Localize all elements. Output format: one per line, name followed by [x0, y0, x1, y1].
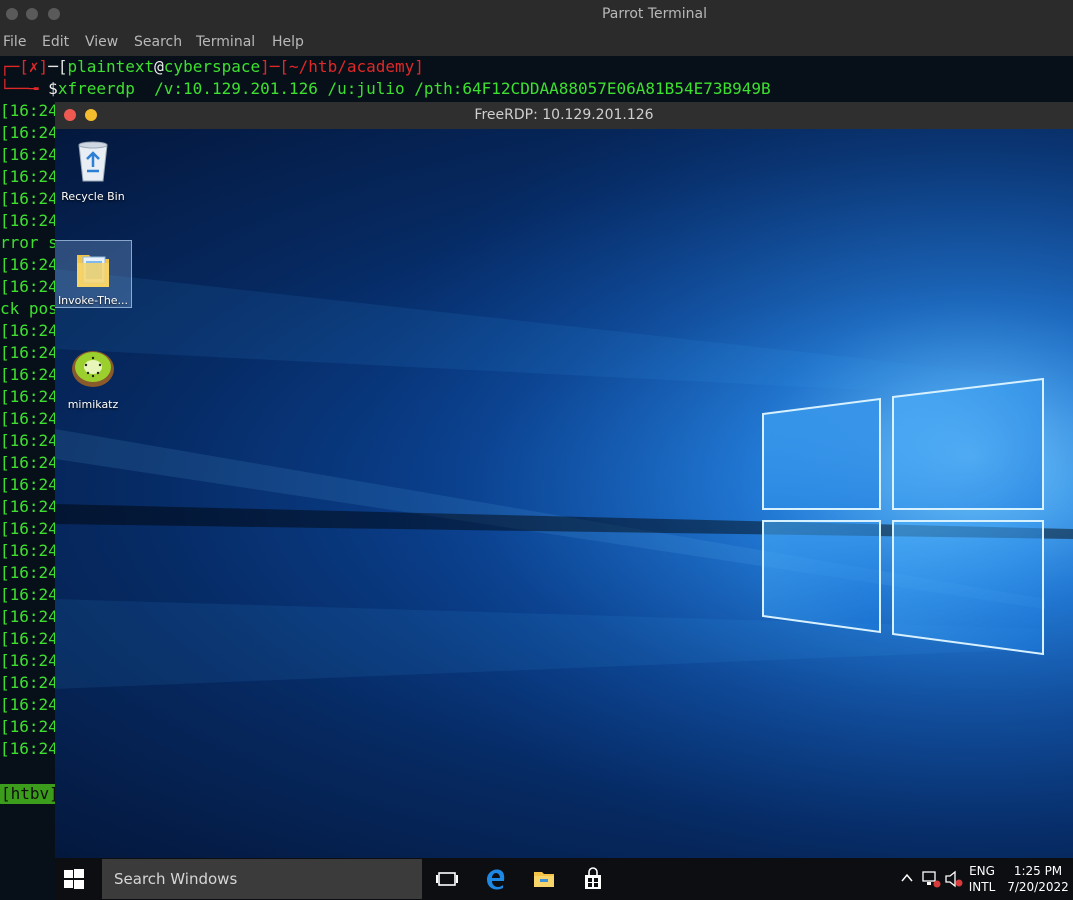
terminal-menubar: File Edit View Search Terminal Help	[0, 30, 1073, 57]
start-button[interactable]	[63, 868, 85, 890]
log-line: [16:24	[0, 365, 58, 384]
log-line: [16:24	[0, 695, 58, 714]
network-icon[interactable]	[921, 870, 941, 888]
kiwi-icon	[72, 351, 114, 387]
log-line: [16:24	[0, 673, 58, 692]
log-line: [16:24	[0, 387, 58, 406]
input-language-indicator[interactable]: ENG INTL	[967, 863, 997, 895]
terminal-titlebar: Parrot Terminal	[0, 0, 1073, 30]
windows-taskbar: Search Windows ENG INTL 1:25 PM 7/20/202…	[55, 858, 1073, 900]
recycle-bin-label: Recycle Bin	[61, 190, 125, 203]
log-line: [16:24	[0, 123, 58, 142]
invoke-label: Invoke-The...	[57, 294, 129, 307]
terminal-title: Parrot Terminal	[601, 6, 708, 22]
log-line: [16:24	[0, 475, 58, 494]
log-line: [16:24	[0, 651, 58, 670]
freerdp-window: FreeRDP: 10.129.201.126 Recycle Bin Invo…	[55, 102, 1073, 900]
command-line: └──╼ $xfreerdp /v:10.129.201.126 /u:juli…	[0, 79, 771, 98]
mimikatz-label: mimikatz	[67, 398, 119, 411]
log-line: [16:24	[0, 629, 58, 648]
log-line: [16:24	[0, 343, 58, 362]
log-line: [16:24	[0, 519, 58, 538]
chevron-up-icon[interactable]	[900, 871, 914, 885]
clock-date: 7/20/2022	[1007, 880, 1069, 894]
task-view-icon[interactable]	[435, 867, 459, 891]
menu-terminal[interactable]: Terminal	[196, 34, 255, 50]
menu-edit[interactable]: Edit	[42, 34, 69, 50]
log-line: [16:24	[0, 321, 58, 340]
command-text: xfreerdp /v:10.129.201.126 /u:julio /pth…	[57, 79, 771, 98]
prompt-line: ┌─[✗]─[plaintext@cyberspace]─[~/htb/acad…	[0, 57, 424, 76]
taskbar-clock[interactable]: 1:25 PM 7/20/2022	[1005, 863, 1071, 895]
desktop-icon-recycle-bin[interactable]: Recycle Bin	[55, 137, 131, 203]
log-line: [16:24	[0, 585, 58, 604]
log-line: [16:24	[0, 167, 58, 186]
log-line: [16:24	[0, 453, 58, 472]
log-line: [16:24	[0, 497, 58, 516]
prompt-host: cyberspace	[163, 57, 261, 76]
menu-help[interactable]: Help	[272, 34, 304, 50]
log-line: [16:24	[0, 189, 58, 208]
log-line: [16:24	[0, 541, 58, 560]
lang-bottom: INTL	[968, 880, 996, 894]
prompt-path: ~/htb/academy	[289, 57, 415, 76]
windows-logo-wallpaper	[55, 129, 1073, 858]
file-explorer-icon[interactable]	[532, 867, 556, 891]
search-placeholder: Search Windows	[114, 870, 238, 888]
desktop-icon-mimikatz[interactable]: mimikatz	[55, 345, 131, 411]
clock-time: 1:25 PM	[1013, 864, 1063, 878]
log-line: [16:24	[0, 409, 58, 428]
freerdp-titlebar: FreeRDP: 10.129.201.126	[55, 102, 1073, 129]
log-line: [16:24	[0, 717, 58, 736]
recycle-bin-icon	[78, 141, 108, 182]
log-line: [16:24	[0, 255, 58, 274]
prompt-user: plaintext	[67, 57, 155, 76]
log-line: [16:24	[0, 607, 58, 626]
log-line: rror s	[0, 233, 58, 252]
freerdp-title: FreeRDP: 10.129.201.126	[474, 107, 654, 123]
menu-search[interactable]: Search	[134, 34, 182, 50]
log-line: [16:24	[0, 563, 58, 582]
lang-top: ENG	[969, 864, 995, 878]
edge-browser-icon[interactable]	[484, 867, 508, 891]
log-line: [16:24	[0, 431, 58, 450]
log-line: [16:24	[0, 145, 58, 164]
menu-view[interactable]: View	[85, 34, 118, 50]
log-line: [16:24	[0, 211, 58, 230]
folder-icon	[77, 255, 109, 287]
log-line: [16:24	[0, 739, 58, 758]
log-line: [16:24	[0, 277, 58, 296]
desktop-icon-invoke[interactable]: Invoke-The...	[55, 240, 132, 308]
store-icon[interactable]	[581, 867, 605, 891]
htbv-badge: [htbv]	[0, 784, 60, 804]
windows-desktop[interactable]: Recycle Bin Invoke-The... mimikatz	[55, 129, 1073, 858]
log-line: [16:24	[0, 101, 58, 120]
log-line: ck pos	[0, 299, 58, 318]
taskbar-search-box[interactable]: Search Windows	[102, 859, 422, 899]
volume-muted-icon[interactable]	[944, 870, 964, 888]
menu-file[interactable]: File	[3, 34, 26, 50]
